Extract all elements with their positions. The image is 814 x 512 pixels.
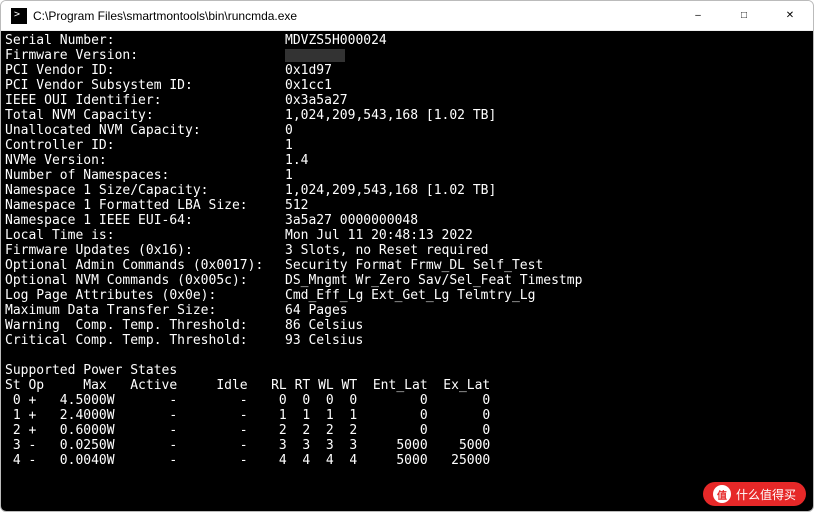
window-title: C:\Program Files\smartmontools\bin\runcm… [33, 9, 675, 23]
watermark-text: 什么值得买 [736, 486, 796, 503]
watermark: 值 什么值得买 [703, 482, 806, 506]
terminal-icon [11, 8, 27, 24]
watermark-badge-icon: 值 [713, 485, 731, 503]
app-window: C:\Program Files\smartmontools\bin\runcm… [0, 0, 814, 512]
minimize-button[interactable]: – [675, 1, 721, 31]
close-button[interactable]: ✕ [767, 1, 813, 31]
terminal-output: Serial Number: MDVZS5H000024Firmware Ver… [1, 31, 813, 511]
titlebar[interactable]: C:\Program Files\smartmontools\bin\runcm… [1, 1, 813, 31]
maximize-button[interactable]: □ [721, 1, 767, 31]
redacted-value [285, 49, 345, 62]
